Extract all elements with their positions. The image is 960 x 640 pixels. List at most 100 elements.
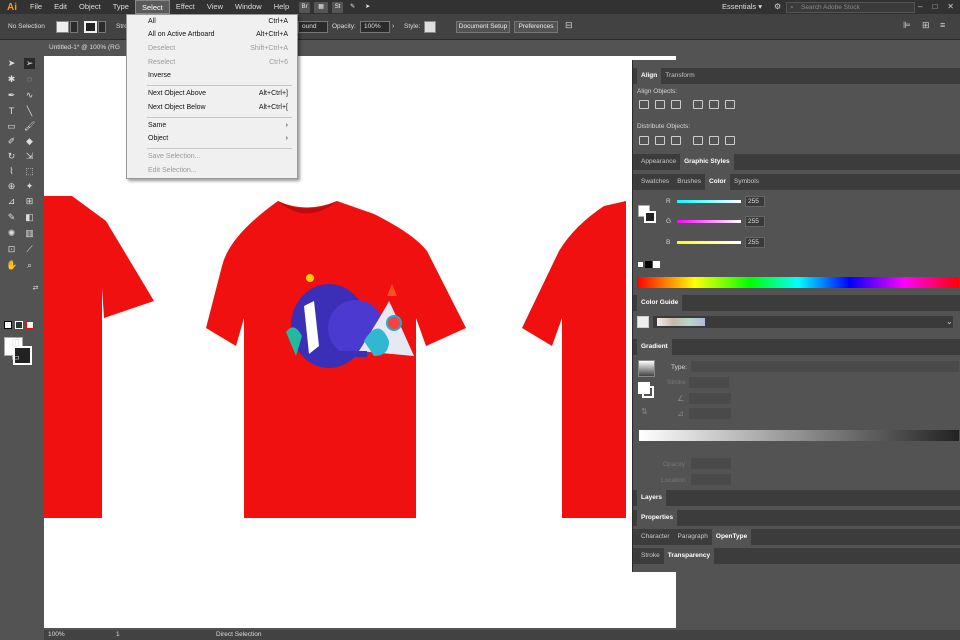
distribute-top-icon[interactable] — [639, 136, 649, 145]
gradient-aspect-input[interactable] — [689, 408, 731, 419]
menu-view[interactable]: View — [201, 0, 229, 14]
mesh-icon[interactable]: ⊞ — [24, 196, 35, 207]
tab-properties[interactable]: Properties — [637, 510, 678, 526]
brush-field[interactable]: ound — [298, 21, 328, 33]
menu-item-next-above[interactable]: Next Object Above Alt+Ctrl+] — [148, 88, 288, 100]
tab-color[interactable]: Color — [705, 174, 731, 190]
eraser-icon[interactable]: ◆ — [24, 136, 35, 147]
magic-wand-icon[interactable]: ✱ — [6, 74, 17, 85]
tab-graphic-styles[interactable]: Graphic Styles — [680, 154, 734, 170]
distribute-right-icon[interactable] — [725, 136, 735, 145]
type-tool-icon[interactable]: T — [6, 106, 17, 117]
menu-object[interactable]: Object — [73, 0, 107, 14]
stock-search-input[interactable]: ⌕ Search Adobe Stock — [786, 2, 915, 13]
paintbrush-icon[interactable]: 🖌 — [24, 121, 35, 132]
swap-colors-icon[interactable]: ⇄ — [30, 283, 41, 294]
tab-opentype[interactable]: OpenType — [711, 529, 752, 545]
curvature-icon[interactable]: ∿ — [24, 90, 35, 101]
artboard-number[interactable]: 1 — [116, 630, 120, 640]
transform-icon[interactable]: ⊞ — [922, 20, 930, 31]
g-value-input[interactable]: 255 — [745, 216, 765, 227]
align-hcenter-icon[interactable] — [655, 100, 665, 109]
stroke-dropdown[interactable] — [98, 21, 106, 33]
menu-edit[interactable]: Edit — [48, 0, 73, 14]
tab-gradient[interactable]: Gradient — [637, 339, 672, 355]
arrange-docs-icon[interactable]: ⊟ — [565, 20, 573, 31]
gradient-type-dropdown[interactable] — [691, 361, 959, 372]
gradient-stroke-icon[interactable] — [642, 386, 654, 398]
menu-item-all[interactable]: All Ctrl+A — [148, 16, 288, 28]
eyedropper-icon[interactable]: ✎ — [6, 212, 17, 223]
color-mode-icon[interactable] — [4, 321, 12, 329]
menu-item-same[interactable]: Same › — [148, 120, 288, 132]
minimize-icon[interactable]: – — [918, 0, 922, 14]
send-icon[interactable]: ➤ — [362, 2, 373, 13]
distribute-vcenter-icon[interactable] — [655, 136, 665, 145]
perspective-icon[interactable]: ⊿ — [6, 196, 17, 207]
gradient-angle-input[interactable] — [689, 393, 731, 404]
none-mode-icon[interactable] — [26, 321, 34, 329]
distribute-bottom-icon[interactable] — [671, 136, 681, 145]
control-menu-icon[interactable]: ≡ — [940, 20, 945, 30]
menu-file[interactable]: File — [24, 0, 48, 14]
tab-paragraph[interactable]: Paragraph — [674, 529, 712, 545]
live-paint-icon[interactable]: ✦ — [24, 181, 35, 192]
selection-tool-icon[interactable]: ➤ — [6, 58, 17, 69]
tab-appearance[interactable]: Appearance — [637, 154, 680, 170]
menu-window[interactable]: Window — [229, 0, 268, 14]
tab-color-guide[interactable]: Color Guide — [637, 295, 683, 311]
screen-mode-icon[interactable]: ▭ — [10, 352, 21, 363]
style-swatch[interactable] — [424, 21, 436, 33]
shape-builder-icon[interactable]: ⊕ — [6, 181, 17, 192]
g-slider[interactable] — [677, 220, 741, 223]
preferences-button[interactable]: Preferences — [514, 21, 558, 33]
base-color-swatch[interactable] — [637, 316, 649, 328]
pen-tool-icon[interactable]: ✒ — [6, 90, 17, 101]
color-stroke-swatch[interactable] — [644, 211, 656, 223]
gradient-preview-swatch[interactable] — [638, 360, 655, 377]
document-setup-button[interactable]: Document Setup — [456, 21, 510, 33]
fill-dropdown[interactable] — [70, 21, 78, 33]
hand-tool-icon[interactable]: ✋ — [6, 260, 17, 271]
gradient-opacity-input[interactable] — [691, 458, 731, 469]
opacity-input[interactable]: 100% — [360, 21, 390, 33]
zoom-level[interactable]: 100% — [48, 630, 65, 640]
shaper-icon[interactable]: ✐ — [6, 136, 17, 147]
workspace-switcher[interactable]: Essentials ▾ — [722, 0, 762, 14]
menu-select[interactable]: Select — [134, 0, 170, 14]
tab-align[interactable]: Align — [637, 68, 662, 84]
menu-type[interactable]: Type — [107, 0, 135, 14]
tab-character[interactable]: Character — [637, 529, 674, 545]
draw-mode-icon[interactable]: ◫ — [10, 337, 21, 348]
align-icon[interactable]: ⊫ — [903, 20, 911, 31]
zoom-tool-icon[interactable]: ⌕ — [24, 260, 35, 271]
r-slider[interactable] — [677, 200, 741, 203]
b-slider[interactable] — [677, 241, 741, 244]
tab-transparency[interactable]: Transparency — [663, 548, 715, 564]
rectangle-tool-icon[interactable]: ▭ — [6, 121, 17, 132]
free-transform-icon[interactable]: ⬚ — [24, 166, 35, 177]
artboard-tool-icon[interactable]: ⊡ — [6, 244, 17, 255]
gradient-location-input[interactable] — [691, 474, 731, 485]
menu-item-all-on-artboard[interactable]: All on Active Artboard Alt+Ctrl+A — [148, 29, 288, 41]
align-top-icon[interactable] — [693, 100, 703, 109]
direct-selection-tool-icon[interactable]: ➢ — [24, 58, 35, 69]
b-value-input[interactable]: 255 — [745, 237, 765, 248]
warp-icon[interactable]: ⌇ — [6, 166, 17, 177]
align-bottom-icon[interactable] — [725, 100, 735, 109]
align-right-icon[interactable] — [671, 100, 681, 109]
tab-swatches[interactable]: Swatches — [637, 174, 673, 190]
none-swatch[interactable] — [637, 261, 644, 268]
tab-transform[interactable]: Transform — [661, 68, 698, 84]
align-vcenter-icon[interactable] — [709, 100, 719, 109]
symbol-sprayer-icon[interactable]: ✺ — [6, 228, 17, 239]
gradient-mode-icon[interactable] — [15, 321, 23, 329]
brush-icon[interactable]: ✎ — [347, 2, 358, 13]
black-swatch[interactable] — [645, 261, 652, 268]
rotate-icon[interactable]: ↻ — [6, 151, 17, 162]
align-left-icon[interactable] — [639, 100, 649, 109]
color-spectrum-bar[interactable] — [637, 277, 959, 288]
document-tab[interactable]: Untitled-1* @ 100% (RG — [44, 42, 130, 54]
menu-item-inverse[interactable]: Inverse — [148, 70, 288, 82]
reverse-gradient-icon[interactable]: ⇅ — [641, 407, 648, 416]
